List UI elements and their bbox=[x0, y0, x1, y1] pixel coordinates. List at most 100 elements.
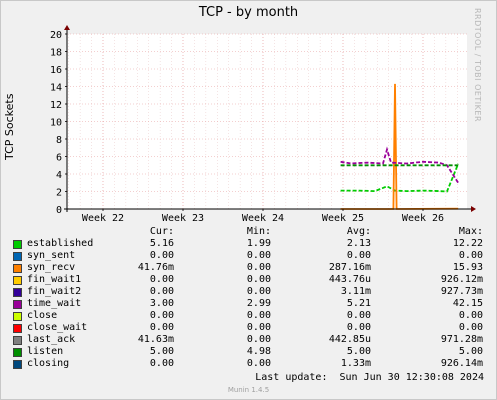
legend-avg: 442.85u bbox=[328, 334, 371, 345]
y-tick-label: 18 bbox=[50, 48, 62, 59]
legend-cur: 0.00 bbox=[149, 322, 174, 333]
legend-max: 0.00 bbox=[458, 322, 483, 333]
legend-cur: 5.00 bbox=[149, 346, 174, 357]
legend-row-time_wait: time_wait 3.00 2.99 5.21 42.15 bbox=[0, 298, 497, 310]
legend-cur: 0.00 bbox=[149, 310, 174, 321]
legend-cur: 5.16 bbox=[149, 238, 174, 249]
legend-max: 0.00 bbox=[458, 250, 483, 261]
legend-swatch bbox=[13, 288, 22, 297]
x-tick-label: Week 23 bbox=[162, 213, 204, 224]
legend-row-last_ack: last_ack 41.63m 0.00 442.85u 971.28m bbox=[0, 334, 497, 346]
legend-swatch bbox=[13, 360, 22, 369]
legend-swatch bbox=[13, 336, 22, 345]
legend-name: fin_wait2 bbox=[27, 286, 82, 297]
legend-min: 0.00 bbox=[246, 334, 271, 345]
y-tick-label: 6 bbox=[56, 153, 62, 164]
chart-area: 0 2 4 6 8 10 12 14 16 18 20 Week 22 Week 23 Week 24 W… bbox=[50, 25, 476, 224]
legend-min: 0.00 bbox=[246, 262, 271, 273]
legend-max: 927.73m bbox=[440, 286, 483, 297]
legend-cur: 0.00 bbox=[149, 250, 174, 261]
legend-swatch bbox=[13, 252, 22, 261]
legend-name: fin_wait1 bbox=[27, 274, 82, 285]
legend-swatch bbox=[13, 324, 22, 333]
legend-swatch bbox=[13, 300, 22, 309]
y-tick-label: 10 bbox=[50, 118, 62, 129]
legend-max: 15.93 bbox=[452, 262, 483, 273]
legend-max: 971.28m bbox=[440, 334, 483, 345]
legend-row-closing: closing 0.00 0.00 1.33m 926.14m bbox=[0, 358, 497, 370]
header-max: Max: bbox=[458, 226, 483, 237]
y-tick-labels: 0 2 4 6 8 10 12 14 16 18 20 bbox=[50, 30, 67, 216]
legend-avg: 1.33m bbox=[340, 358, 371, 369]
legend-row-syn_recv: syn_recv 41.76m 0.00 287.16m 15.93 bbox=[0, 262, 497, 274]
legend-row-fin_wait1: fin_wait1 0.00 0.00 443.76u 926.12m bbox=[0, 274, 497, 286]
munin-version: Munin 1.4.5 bbox=[227, 386, 270, 394]
legend-row-syn_sent: syn_sent 0.00 0.00 0.00 0.00 bbox=[0, 250, 497, 262]
x-tick-label: Week 22 bbox=[82, 213, 124, 224]
legend-max: 12.22 bbox=[452, 238, 483, 249]
legend-name: closing bbox=[27, 358, 70, 369]
header-min: Min: bbox=[246, 226, 271, 237]
legend-name: listen bbox=[27, 346, 64, 357]
legend-min: 4.98 bbox=[246, 346, 271, 357]
legend-avg: 3.11m bbox=[340, 286, 371, 297]
x-tick-label: Week 24 bbox=[242, 213, 284, 224]
y-axis-arrow bbox=[64, 25, 70, 30]
legend-min: 2.99 bbox=[246, 298, 271, 309]
legend-name: close_wait bbox=[27, 322, 88, 333]
legend-row-established: established 5.16 1.99 2.13 12.22 bbox=[0, 238, 497, 250]
legend-cur: 3.00 bbox=[149, 298, 174, 309]
legend-cur: 41.63m bbox=[137, 334, 174, 345]
legend-name: last_ack bbox=[27, 334, 76, 345]
legend-swatch bbox=[13, 240, 22, 249]
y-tick-label: 8 bbox=[56, 135, 62, 146]
legend-name: syn_sent bbox=[27, 250, 76, 261]
x-tick-label: Week 26 bbox=[402, 213, 444, 224]
legend-max: 926.12m bbox=[440, 274, 483, 285]
legend-min: 0.00 bbox=[246, 274, 271, 285]
legend-max: 926.14m bbox=[440, 358, 483, 369]
legend-min: 0.00 bbox=[246, 358, 271, 369]
x-tick-labels: Week 22 Week 23 Week 24 Week 25 Week 26 bbox=[82, 209, 444, 224]
y-tick-label: 16 bbox=[50, 65, 62, 76]
legend-header-row: Cur: Min: Avg: Max: bbox=[0, 226, 497, 238]
legend-min: 0.00 bbox=[246, 286, 271, 297]
legend-avg: 0.00 bbox=[346, 322, 371, 333]
legend-cur: 0.00 bbox=[149, 358, 174, 369]
legend-row-listen: listen 5.00 4.98 5.00 5.00 bbox=[0, 346, 497, 358]
legend-row-close: close 0.00 0.00 0.00 0.00 bbox=[0, 310, 497, 322]
legend-min: 0.00 bbox=[246, 310, 271, 321]
y-tick-label: 20 bbox=[50, 30, 62, 41]
legend-avg: 0.00 bbox=[346, 310, 371, 321]
legend-min: 0.00 bbox=[246, 250, 271, 261]
legend-avg: 5.21 bbox=[346, 298, 371, 309]
legend-avg: 2.13 bbox=[346, 238, 371, 249]
x-axis-arrow bbox=[471, 206, 476, 212]
legend-swatch bbox=[13, 312, 22, 321]
legend-max: 5.00 bbox=[458, 346, 483, 357]
legend-min: 0.00 bbox=[246, 322, 271, 333]
y-tick-label: 12 bbox=[50, 100, 62, 111]
legend-cur: 0.00 bbox=[149, 274, 174, 285]
y-tick-label: 2 bbox=[56, 188, 62, 199]
y-tick-label: 0 bbox=[56, 205, 62, 216]
legend-cur: 0.00 bbox=[149, 286, 174, 297]
legend-min: 1.99 bbox=[246, 238, 271, 249]
legend-avg: 443.76u bbox=[328, 274, 371, 285]
header-cur: Cur: bbox=[149, 226, 174, 237]
legend-avg: 287.16m bbox=[328, 262, 371, 273]
legend-cur: 41.76m bbox=[137, 262, 174, 273]
legend-max: 0.00 bbox=[458, 310, 483, 321]
legend-swatch bbox=[13, 348, 22, 357]
legend-row-close_wait: close_wait 0.00 0.00 0.00 0.00 bbox=[0, 322, 497, 334]
legend-avg: 5.00 bbox=[346, 346, 371, 357]
legend-swatch bbox=[13, 264, 22, 273]
y-tick-label: 4 bbox=[56, 170, 62, 181]
y-tick-label: 14 bbox=[50, 83, 62, 94]
legend-row-fin_wait2: fin_wait2 0.00 0.00 3.11m 927.73m bbox=[0, 286, 497, 298]
legend-name: syn_recv bbox=[27, 262, 76, 273]
legend-name: close bbox=[27, 310, 58, 321]
last-update: Last update: Sun Jun 30 12:30:08 2024 bbox=[255, 372, 484, 383]
legend-swatch bbox=[13, 276, 22, 285]
legend-avg: 0.00 bbox=[346, 250, 371, 261]
